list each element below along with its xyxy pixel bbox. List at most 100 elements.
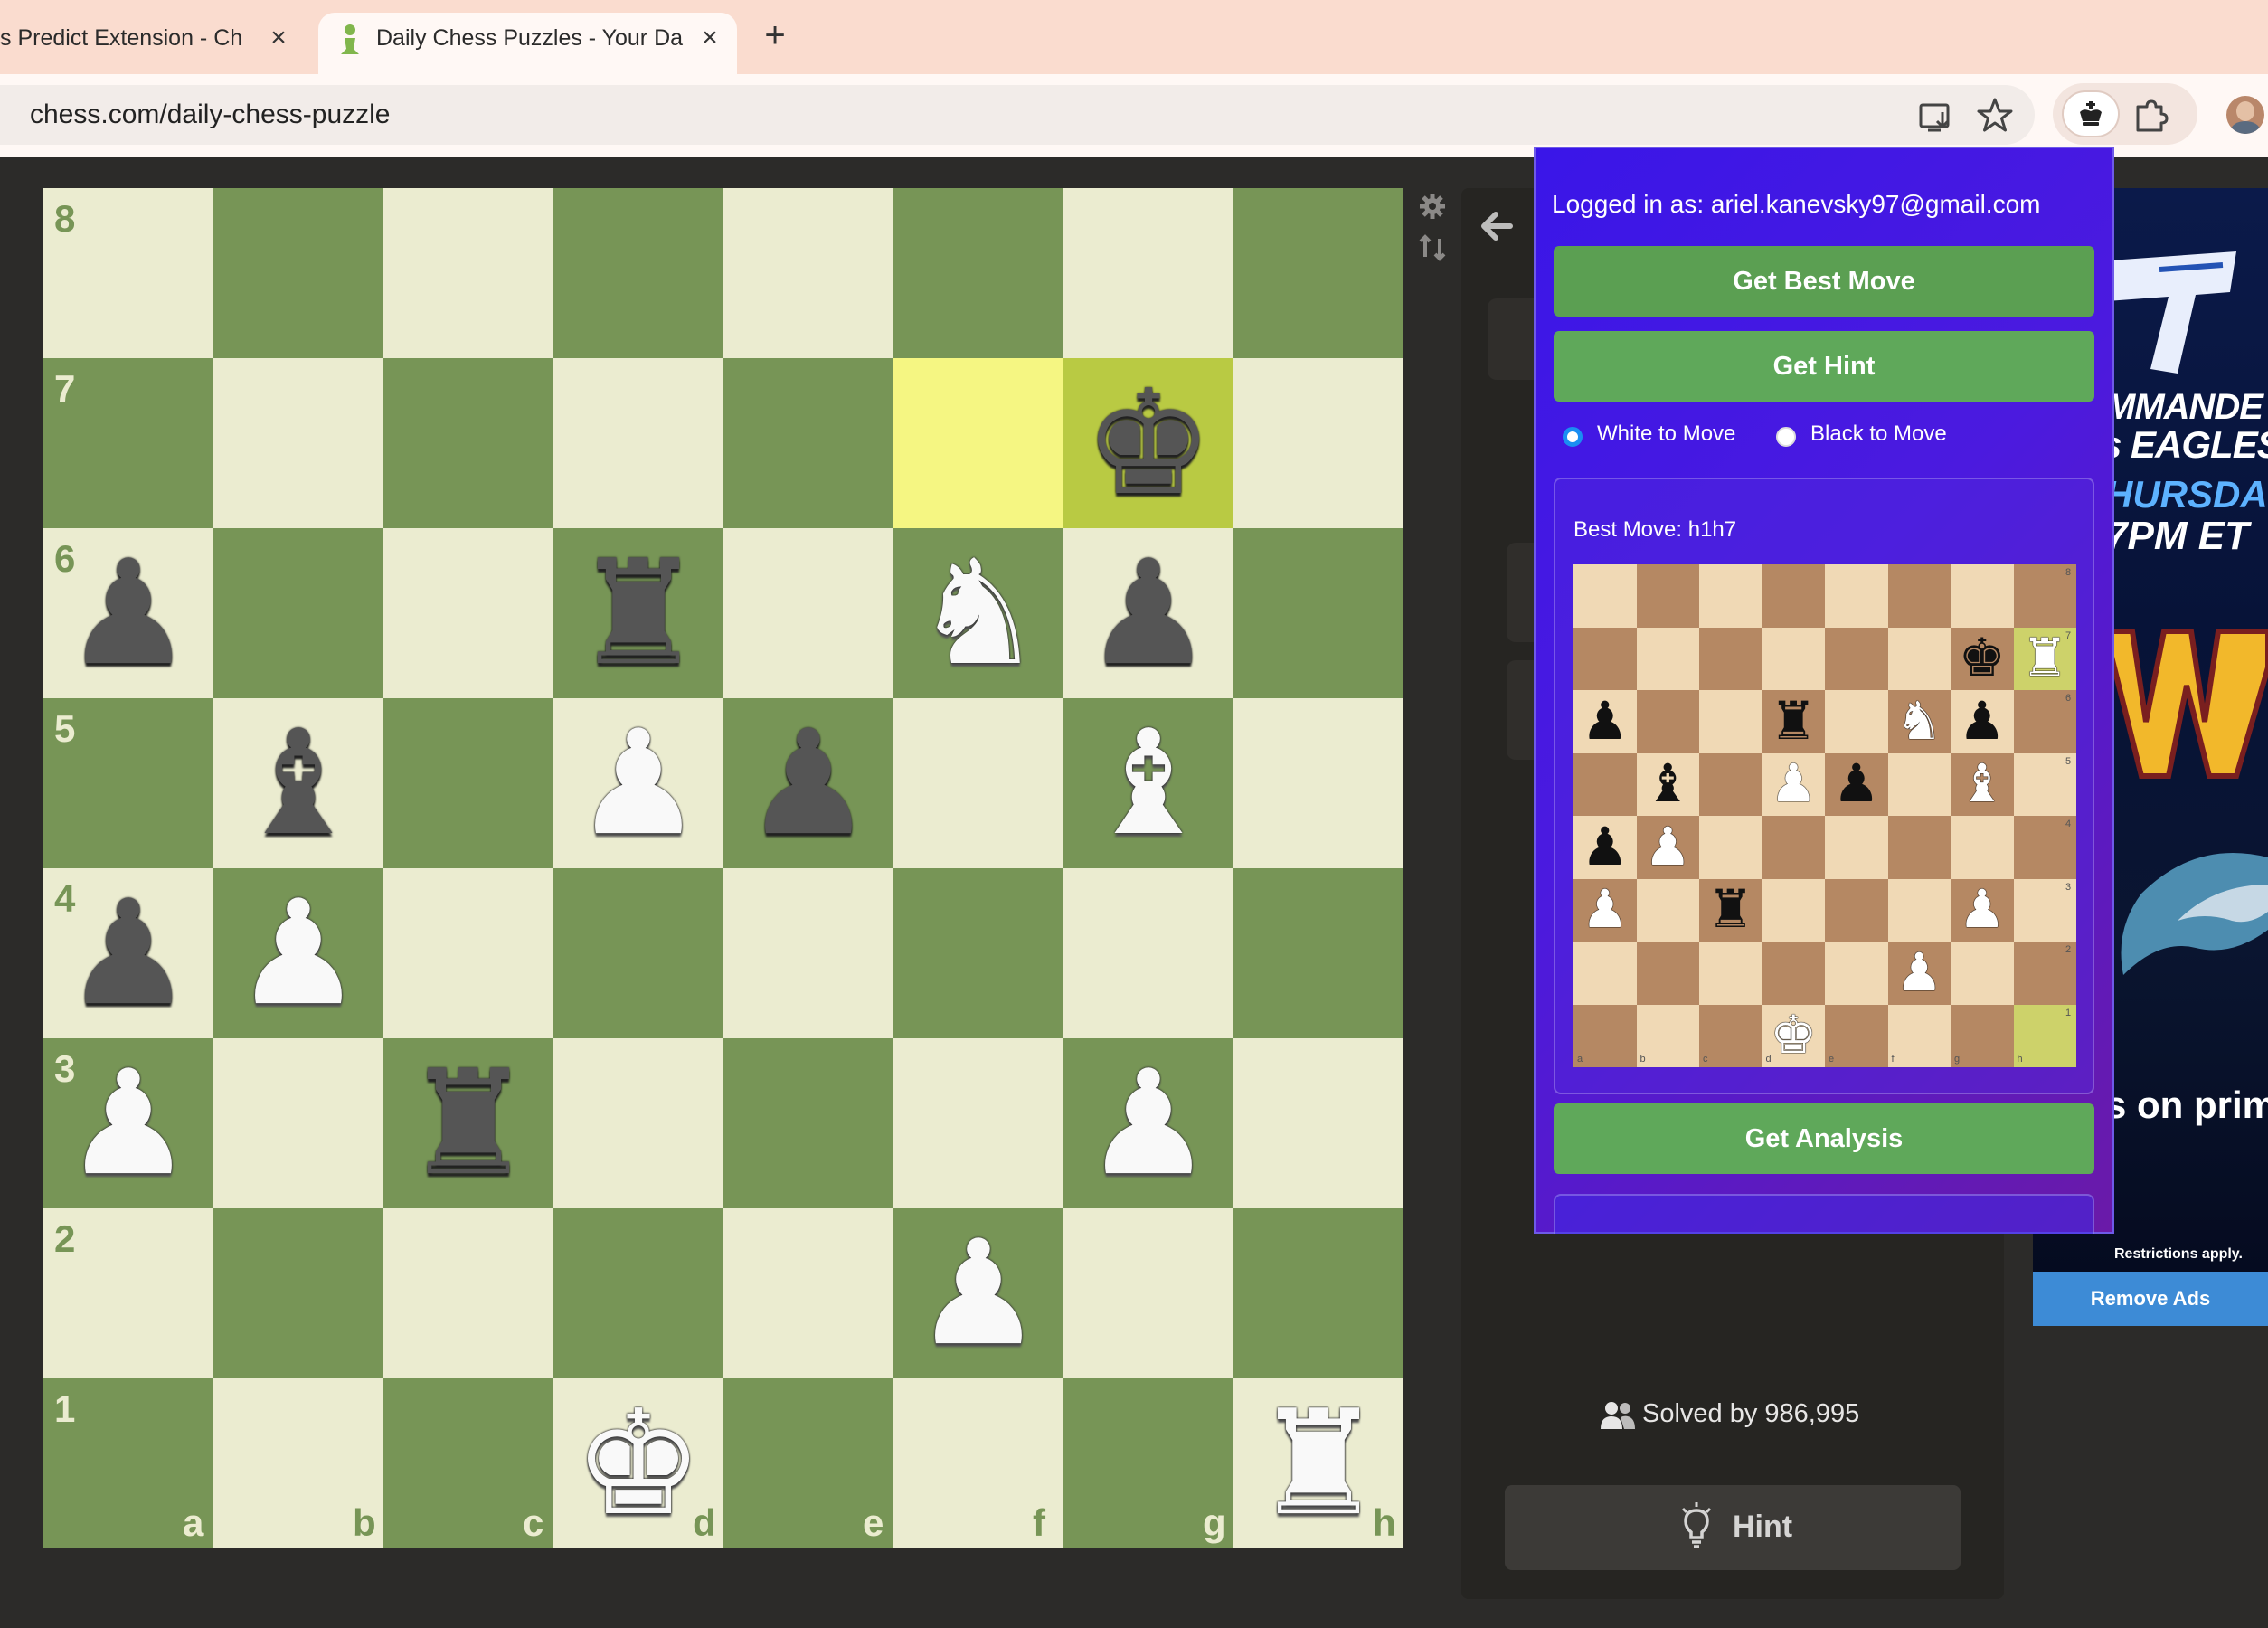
square-h3[interactable] [1233, 1038, 1403, 1208]
white-pawn-piece[interactable]: ♟ [1063, 1038, 1233, 1208]
white-pawn-piece[interactable]: ♟ [893, 1208, 1063, 1378]
black-bishop-piece[interactable]: ♝ [213, 698, 383, 868]
mini-white-piece: ♞ [1895, 691, 1943, 751]
bookmark-star-icon[interactable] [1973, 94, 2017, 137]
square-g8[interactable] [1063, 188, 1233, 358]
url-text[interactable]: chess.com/daily-chess-puzzle [30, 99, 390, 130]
mini-file-label: b [1640, 1054, 1646, 1065]
mini-square-e7 [1825, 627, 1888, 690]
mini-square-a7 [1573, 627, 1637, 690]
rank-label: 5 [54, 707, 76, 750]
tnf-logo-icon [2107, 251, 2236, 374]
ad-prime-text: s on prime [2105, 1084, 2268, 1126]
black-to-move-radio[interactable] [1776, 427, 1796, 447]
chess-extension-button[interactable] [2062, 90, 2120, 137]
mini-square-a8 [1573, 564, 1637, 628]
square-e2[interactable] [723, 1208, 893, 1378]
square-c6[interactable] [383, 528, 553, 698]
lightbulb-icon [1681, 1502, 1712, 1548]
square-c5[interactable] [383, 698, 553, 868]
mini-white-piece: ♜ [2021, 629, 2069, 688]
mini-black-piece: ♟ [1958, 691, 2006, 751]
square-b8[interactable] [213, 188, 383, 358]
square-f5[interactable] [893, 698, 1063, 868]
white-pawn-piece[interactable]: ♟ [553, 698, 723, 868]
chess-king-icon [2080, 101, 2102, 126]
black-to-move-label[interactable]: Black to Move [1810, 421, 1947, 447]
square-c7[interactable] [383, 358, 553, 528]
square-b2[interactable] [213, 1208, 383, 1378]
black-pawn-piece[interactable]: ♟ [723, 698, 893, 868]
square-h4[interactable] [1233, 868, 1403, 1038]
get-analysis-button[interactable]: Get Analysis [1554, 1103, 2094, 1174]
square-d4[interactable] [553, 868, 723, 1038]
square-g4[interactable] [1063, 868, 1233, 1038]
white-to-move-radio[interactable] [1563, 427, 1583, 447]
mini-square-b1 [1636, 1004, 1699, 1067]
flip-board-icon[interactable] [1418, 233, 1447, 262]
square-h5[interactable] [1233, 698, 1403, 868]
square-h7[interactable] [1233, 358, 1403, 528]
black-pawn-piece[interactable]: ♟ [1063, 528, 1233, 698]
new-tab-button[interactable]: + [753, 14, 797, 58]
square-h8[interactable] [1233, 188, 1403, 358]
square-e4[interactable] [723, 868, 893, 1038]
square-f4[interactable] [893, 868, 1063, 1038]
black-rook-piece[interactable]: ♜ [553, 528, 723, 698]
square-b7[interactable] [213, 358, 383, 528]
square-c8[interactable] [383, 188, 553, 358]
remove-ads-button[interactable]: Remove Ads [2033, 1272, 2268, 1326]
square-e3[interactable] [723, 1038, 893, 1208]
square-f3[interactable] [893, 1038, 1063, 1208]
square-b3[interactable] [213, 1038, 383, 1208]
square-b6[interactable] [213, 528, 383, 698]
profile-avatar[interactable] [2226, 96, 2264, 134]
square-f8[interactable] [893, 188, 1063, 358]
tab-title: s Predict Extension - Ch [0, 25, 243, 51]
square-e7[interactable] [723, 358, 893, 528]
square-d7[interactable] [553, 358, 723, 528]
tab-title: Daily Chess Puzzles - Your Da [376, 25, 684, 51]
mini-square-c8 [1699, 564, 1762, 628]
tab-daily-chess-puzzles[interactable]: Daily Chess Puzzles - Your Da × [318, 13, 737, 74]
black-pawn-piece[interactable]: ♟ [43, 868, 213, 1038]
mini-file-label: g [1954, 1054, 1961, 1065]
square-c4[interactable] [383, 868, 553, 1038]
square-h6[interactable] [1233, 528, 1403, 698]
white-bishop-piece[interactable]: ♝ [1063, 698, 1233, 868]
square-d3[interactable] [553, 1038, 723, 1208]
square-d2[interactable] [553, 1208, 723, 1378]
mini-square-c4 [1699, 816, 1762, 879]
mini-square-a5 [1573, 752, 1637, 816]
hint-label: Hint [1733, 1510, 1793, 1544]
square-d8[interactable] [553, 188, 723, 358]
square-e6[interactable] [723, 528, 893, 698]
white-knight-piece[interactable]: ♞ [893, 528, 1063, 698]
install-app-icon[interactable] [1915, 96, 1959, 139]
square-e8[interactable] [723, 188, 893, 358]
ad-headline-1: MMANDE [2105, 387, 2263, 427]
square-h2[interactable] [1233, 1208, 1403, 1378]
white-pawn-piece[interactable]: ♟ [213, 868, 383, 1038]
black-king-piece[interactable]: ♚ [1063, 358, 1233, 528]
close-tab-icon[interactable]: × [262, 22, 295, 54]
white-rook-piece[interactable]: ♜ [1233, 1378, 1403, 1548]
gear-icon[interactable] [1418, 192, 1447, 221]
white-king-piece[interactable]: ♚ [553, 1378, 723, 1548]
square-g2[interactable] [1063, 1208, 1233, 1378]
close-tab-icon[interactable]: × [694, 22, 726, 54]
white-to-move-label[interactable]: White to Move [1597, 421, 1735, 447]
tab-predict-extension[interactable]: s Predict Extension - Ch × [0, 13, 312, 74]
black-rook-piece[interactable]: ♜ [383, 1038, 553, 1208]
extensions-puzzle-icon[interactable] [2129, 94, 2172, 137]
white-pawn-piece[interactable]: ♟ [43, 1038, 213, 1208]
square-c2[interactable] [383, 1208, 553, 1378]
black-pawn-piece[interactable]: ♟ [43, 528, 213, 698]
mini-white-piece: ♟ [1581, 880, 1629, 940]
get-hint-button[interactable]: Get Hint [1554, 331, 2094, 402]
square-f7[interactable] [893, 358, 1063, 528]
mini-square-f4 [1887, 816, 1951, 879]
get-best-move-button[interactable]: Get Best Move [1554, 246, 2094, 317]
back-arrow-icon[interactable] [1474, 204, 1519, 249]
chess-board[interactable]: 8 7 6 5 4 3 2 1 a b c d e f g h ♚ ♟ ♜ ♞ ♟ ♝ ♟ ♟ ♝ ♟ ♟ ♟ ♜ ♟ ♟ ♚ ♜ [43, 188, 1403, 1548]
